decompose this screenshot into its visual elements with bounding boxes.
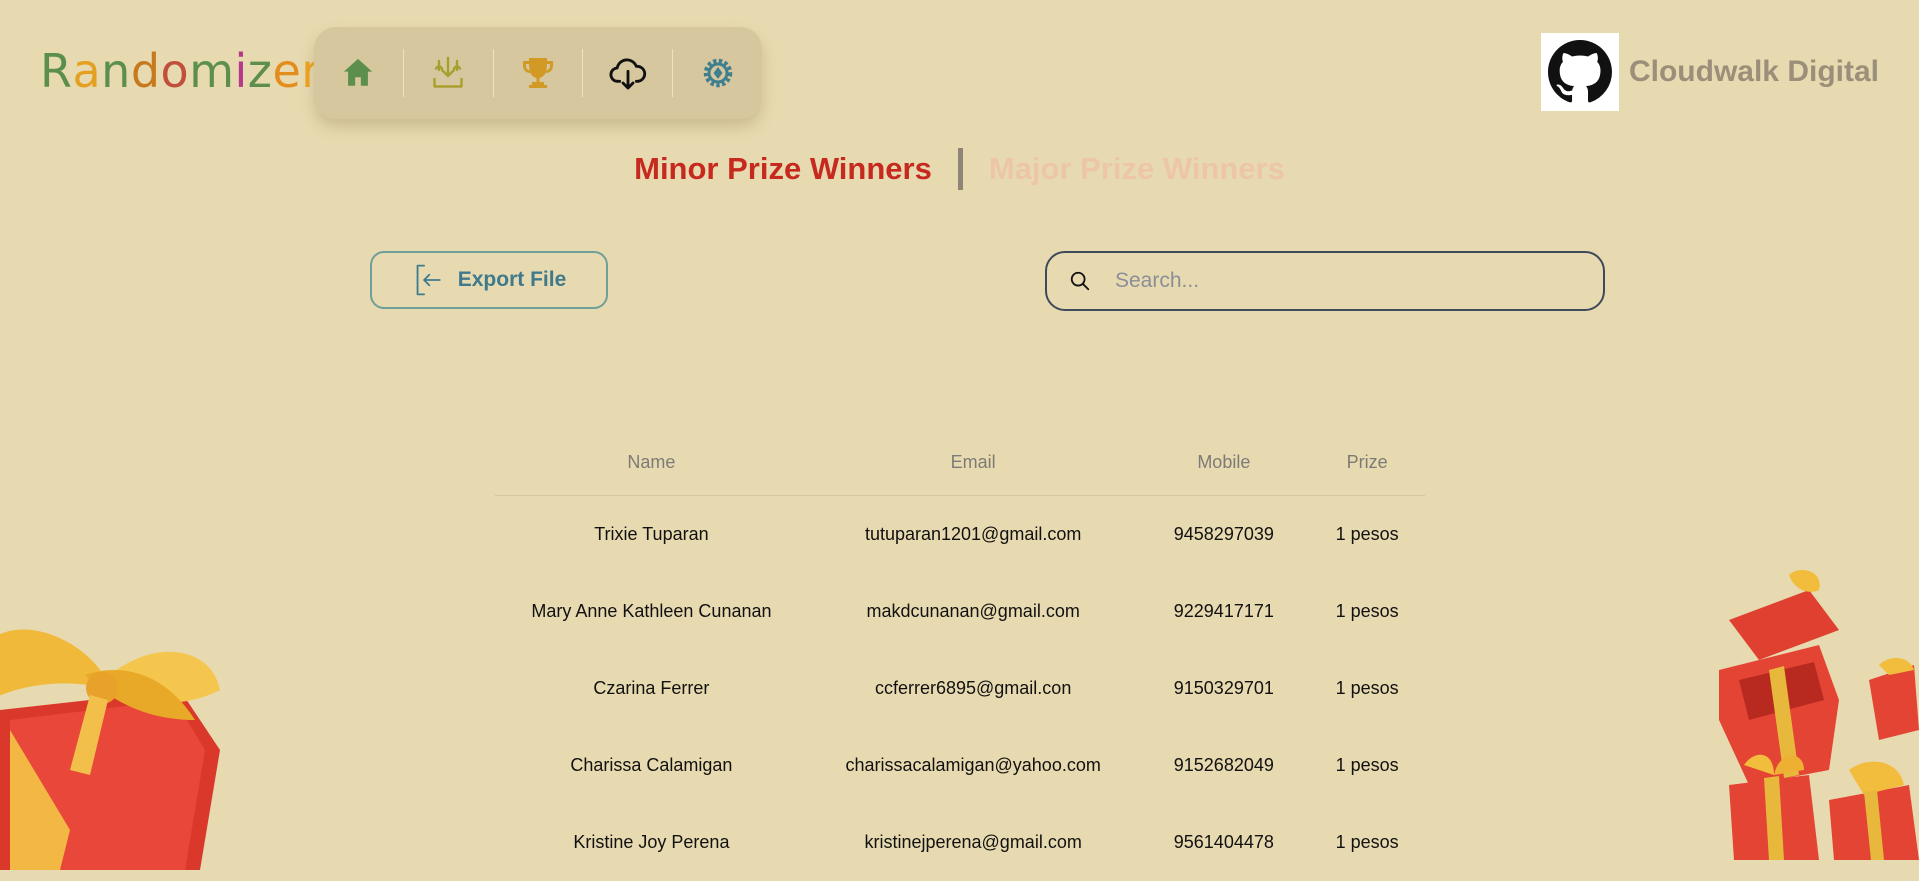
tab-minor-prize-winners[interactable]: Minor Prize Winners <box>634 151 932 187</box>
main-nav <box>314 27 762 119</box>
cell-name: Trixie Tuparan <box>594 524 709 544</box>
nav-settings-button[interactable] <box>673 27 762 119</box>
github-logo[interactable] <box>1540 33 1619 111</box>
cell-mobile: 9458297039 <box>1173 524 1274 544</box>
cell-name: Charissa Calamigan <box>570 755 733 775</box>
gift-box-left-illustration <box>0 629 220 870</box>
search-input[interactable] <box>1113 268 1577 294</box>
cell-email: kristinejperena@gmail.com <box>864 832 1082 852</box>
github-icon <box>1547 40 1612 103</box>
logo-letter: z <box>247 44 273 98</box>
cell-prize: 1 pesos <box>1335 601 1399 621</box>
cell-name: Czarina Ferrer <box>593 678 710 698</box>
table-row: Kristine Joy Perena kristinejperena@gmai… <box>495 804 1425 881</box>
import-icon <box>433 56 463 88</box>
tab-divider <box>957 148 963 190</box>
table-row: Trixie Tuparan tutuparan1201@gmail.com 9… <box>495 496 1425 574</box>
cell-email: tutuparan1201@gmail.com <box>864 524 1082 544</box>
cell-prize: 1 pesos <box>1335 755 1399 775</box>
cell-name: Kristine Joy Perena <box>573 832 730 852</box>
cell-prize: 1 pesos <box>1335 524 1399 544</box>
table-header-row: Name Email Mobile Prize <box>495 440 1425 496</box>
app-logo[interactable]: Randomizer <box>40 44 321 98</box>
cell-mobile: 9561404478 <box>1173 832 1274 852</box>
export-file-label: Export File <box>457 268 567 291</box>
cell-name: Mary Anne Kathleen Cunanan <box>531 601 772 621</box>
nav-download-button[interactable] <box>583 27 672 119</box>
brand[interactable]: Cloudwalk Digital <box>1540 33 1879 111</box>
cell-email: ccferrer6895@gmail.con <box>874 678 1072 698</box>
cell-email: charissacalamigan@yahoo.com <box>845 755 1101 775</box>
winners-table: Name Email Mobile Prize Trixie Tuparan t… <box>495 440 1425 881</box>
logo-letter: d <box>130 44 161 98</box>
nav-home-button[interactable] <box>314 27 403 119</box>
logo-letter: R <box>40 44 73 98</box>
logo-letter: e <box>272 44 302 98</box>
cell-prize: 1 pesos <box>1335 832 1399 852</box>
logo-letter: a <box>72 44 102 98</box>
search-icon <box>1069 270 1091 292</box>
column-header-name: Name <box>495 440 808 496</box>
tab-major-prize-winners[interactable]: Major Prize Winners <box>989 151 1285 187</box>
search-box[interactable] <box>1045 251 1605 311</box>
cloud-download-icon <box>609 58 646 90</box>
brand-name: Cloudwalk Digital <box>1628 55 1879 88</box>
column-header-email: Email <box>807 440 1139 496</box>
nav-import-button[interactable] <box>404 27 493 119</box>
home-icon <box>344 58 373 86</box>
table-row: Czarina Ferrer ccferrer6895@gmail.con 91… <box>495 650 1425 727</box>
gift-boxes-right-illustration <box>1719 570 1919 860</box>
logo-letter: m <box>189 44 235 98</box>
export-icon <box>416 264 441 296</box>
logo-letter: n <box>101 44 131 98</box>
table-row: Charissa Calamigan charissacalamigan@yah… <box>495 727 1425 804</box>
table-row: Mary Anne Kathleen Cunanan makdcunanan@g… <box>495 573 1425 650</box>
gear-icon <box>703 58 732 88</box>
cell-email: makdcunanan@gmail.com <box>866 601 1080 621</box>
export-file-button[interactable]: Export File <box>370 251 608 309</box>
cell-mobile: 9150329701 <box>1173 678 1274 698</box>
trophy-icon <box>523 58 553 88</box>
column-header-prize: Prize <box>1309 440 1425 496</box>
column-header-mobile: Mobile <box>1138 440 1310 496</box>
logo-letter: o <box>160 44 190 98</box>
logo-letter: i <box>234 44 248 98</box>
cell-mobile: 9229417171 <box>1173 601 1274 621</box>
prize-tabs: Minor Prize Winners Major Prize Winners <box>0 148 1919 190</box>
nav-winners-button[interactable] <box>494 27 583 119</box>
cell-mobile: 9152682049 <box>1173 755 1274 775</box>
cell-prize: 1 pesos <box>1335 678 1399 698</box>
